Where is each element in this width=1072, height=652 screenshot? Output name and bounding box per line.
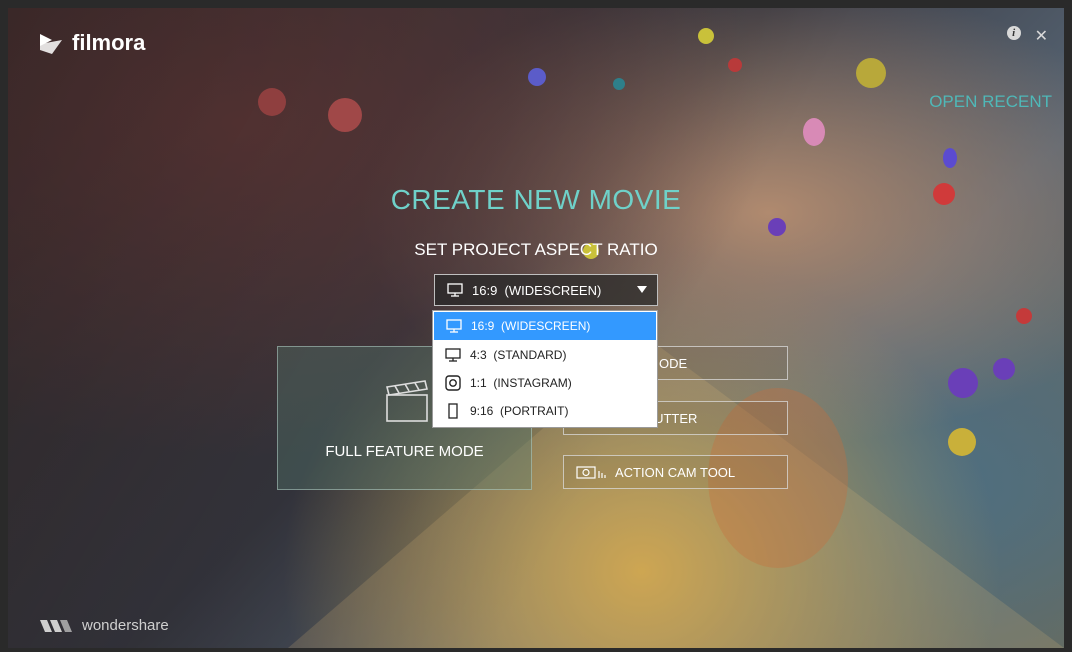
launcher-window: filmora i ✕ OPEN RECENT CREATE NEW MOVIE… <box>8 8 1064 648</box>
camera-icon <box>576 466 606 479</box>
aspect-ratio-label: SET PROJECT ASPECT RATIO <box>414 240 658 259</box>
close-icon[interactable]: ✕ <box>1035 26 1048 46</box>
wondershare-text: wondershare <box>82 617 169 634</box>
aspect-ratio-dropdown-menu: 16:9 (WIDESCREEN) 4:3 (STANDARD) 1:1 (IN… <box>432 310 658 428</box>
clapperboard-icon <box>386 380 428 422</box>
confetti-dot <box>258 88 286 116</box>
confetti-dot <box>943 148 957 168</box>
monitor-icon <box>445 348 461 362</box>
confetti-dot <box>728 58 742 72</box>
aspect-option-label: 16:9 (WIDESCREEN) <box>471 319 591 333</box>
info-icon[interactable]: i <box>1006 26 1021 40</box>
monitor-icon <box>447 283 463 297</box>
confetti-dot <box>698 28 714 44</box>
aspect-option-1-1[interactable]: 1:1 (INSTAGRAM) <box>433 369 657 397</box>
aspect-option-label: 1:1 (INSTAGRAM) <box>470 376 572 390</box>
chevron-down-icon <box>637 286 647 293</box>
open-recent-link[interactable]: OPEN RECENT <box>929 92 1052 112</box>
aspect-option-9-16[interactable]: 9:16 (PORTRAIT) <box>433 397 657 425</box>
phone-portrait-icon <box>448 403 458 419</box>
wondershare-logo-icon <box>40 619 72 632</box>
easy-mode-label: ODE <box>659 355 688 371</box>
confetti-dot <box>993 358 1015 380</box>
action-cam-tool-button[interactable]: ACTION CAM TOOL <box>563 455 788 489</box>
logo-text: filmora <box>72 30 146 55</box>
filmora-logo-icon <box>40 34 62 54</box>
instagram-icon <box>445 375 461 391</box>
confetti-dot <box>1016 308 1032 324</box>
confetti-dot <box>856 58 886 88</box>
confetti-dot <box>948 428 976 456</box>
aspect-option-16-9[interactable]: 16:9 (WIDESCREEN) <box>434 312 656 340</box>
confetti-dot <box>768 218 786 236</box>
aspect-ratio-select[interactable]: 16:9 (WIDESCREEN) <box>434 274 658 306</box>
page-title: CREATE NEW MOVIE <box>390 184 682 215</box>
wondershare-logo: wondershare <box>40 617 169 634</box>
confetti-dot <box>528 68 546 86</box>
confetti-dot <box>613 78 625 90</box>
filmora-logo: filmora <box>38 30 145 56</box>
confetti-dot <box>948 368 978 398</box>
full-feature-mode-label: FULL FEATURE MODE <box>325 443 484 460</box>
aspect-option-label: 9:16 (PORTRAIT) <box>470 404 569 418</box>
aspect-option-4-3[interactable]: 4:3 (STANDARD) <box>433 341 657 369</box>
monitor-icon <box>446 319 462 333</box>
confetti-dot <box>328 98 362 132</box>
aspect-option-label: 4:3 (STANDARD) <box>470 348 567 362</box>
window-controls: i ✕ <box>1006 26 1048 46</box>
action-cam-tool-label: ACTION CAM TOOL <box>615 464 736 480</box>
confetti-dot <box>803 118 825 146</box>
aspect-ratio-selected-value: 16:9 (WIDESCREEN) <box>472 282 602 298</box>
